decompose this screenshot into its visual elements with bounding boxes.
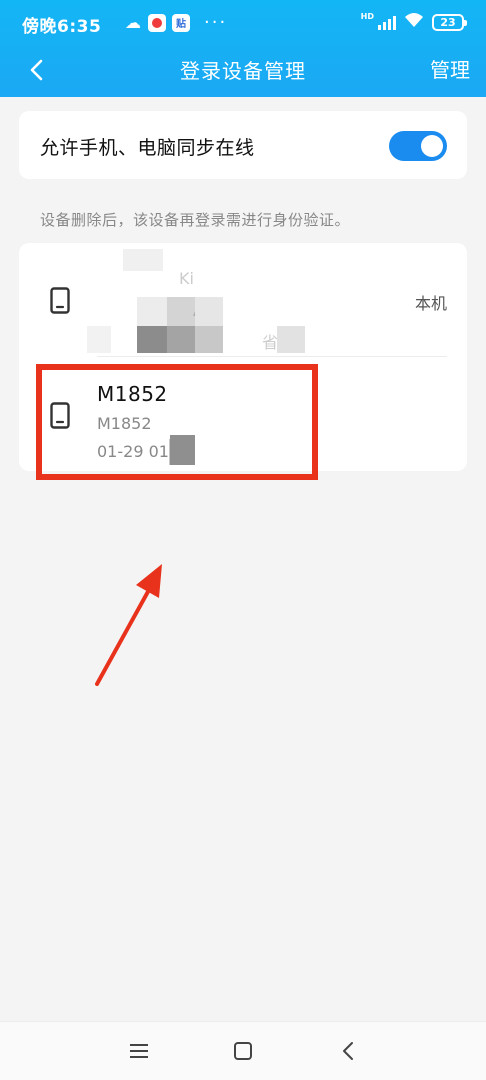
menu-icon[interactable] [124,1036,154,1066]
home-icon[interactable] [228,1036,258,1066]
status-bar: 傍晚6:35 ☁ 贴 ··· HD 23 [0,0,486,44]
device-item-current[interactable]: Ki AC 省 本机 [19,243,467,356]
obscured-device-info: Ki AC 省 [87,249,317,357]
nav-bar: 登录设备管理 管理 [0,44,486,97]
tieba-app-icon: 贴 [172,13,190,32]
current-device-badge: 本机 [414,294,447,313]
signal-icon [378,14,396,30]
hd-indicator: HD [360,11,374,21]
video-app-icon [148,13,166,32]
phone-icon [50,287,70,314]
page-title: 登录设备管理 [180,59,306,83]
battery-level: 23 [440,15,456,29]
obscured-fragment-1: Ki [179,269,194,288]
status-time: 傍晚6:35 [22,17,102,37]
delete-hint-text: 设备删除后，该设备再登录需进行身份验证。 [40,211,351,229]
wifi-icon [404,12,424,32]
sync-online-toggle[interactable] [389,131,447,161]
sync-online-setting: 允许手机、电脑同步在线 [19,111,467,179]
app-header: 傍晚6:35 ☁ 贴 ··· HD 23 登录设备管理 管理 [0,0,486,97]
status-system-icons: HD 23 [360,11,467,32]
system-navigation-bar [0,1021,486,1080]
obscured-fragment-3: 省 [262,333,279,352]
toggle-knob [421,135,443,157]
more-notifications-icon: ··· [204,12,228,33]
sync-online-label: 允许手机、电脑同步在线 [40,137,255,159]
manage-button[interactable]: 管理 [430,54,470,83]
status-notification-icons: ☁ 贴 ··· [124,12,227,33]
battery-icon: 23 [432,13,467,31]
weather-icon: ☁ [125,13,141,32]
back-icon[interactable] [333,1036,363,1066]
annotation-highlight-box [36,364,318,480]
